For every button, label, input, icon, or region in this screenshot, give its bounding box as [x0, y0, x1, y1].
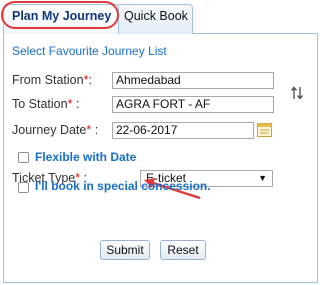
- from-station-label: From Station*:: [12, 73, 92, 87]
- journey-date-label: Journey Date* :: [12, 123, 98, 137]
- required-mark: *: [67, 97, 73, 111]
- flexible-date-label: Flexible with Date: [35, 150, 137, 164]
- tab-quick-book-label: Quick Book: [124, 9, 188, 23]
- to-station-input[interactable]: AGRA FORT - AF: [112, 96, 274, 113]
- tab-bar: Quick Book Plan My Journey: [0, 0, 320, 34]
- journey-date-label-text: Journey Date: [12, 123, 87, 137]
- from-station-input[interactable]: Ahmedabad: [112, 72, 274, 89]
- special-concession-checkbox[interactable]: [18, 182, 29, 193]
- label-colon: :: [75, 97, 80, 111]
- reset-button[interactable]: Reset: [160, 240, 206, 260]
- calendar-icon[interactable]: [257, 122, 272, 137]
- special-concession-label: I'll book in special concession.: [35, 179, 211, 193]
- to-station-label: To Station* :: [12, 97, 79, 111]
- swap-icon[interactable]: [290, 85, 304, 101]
- submit-button[interactable]: Submit: [100, 240, 150, 260]
- tab-highlight-annotation: [1, 1, 119, 29]
- dropdown-caret-icon: ▼: [258, 173, 267, 183]
- from-station-label-text: From Station: [12, 73, 84, 87]
- favourite-journey-link[interactable]: Select Favourite Journey List: [12, 44, 167, 58]
- flexible-date-checkbox[interactable]: [18, 152, 29, 163]
- label-colon: :: [88, 73, 92, 87]
- label-colon: :: [94, 123, 99, 137]
- required-mark: *: [86, 123, 92, 137]
- tab-quick-book[interactable]: Quick Book: [115, 4, 193, 34]
- to-station-label-text: To Station: [12, 97, 68, 111]
- journey-date-input[interactable]: 22-06-2017: [112, 122, 254, 139]
